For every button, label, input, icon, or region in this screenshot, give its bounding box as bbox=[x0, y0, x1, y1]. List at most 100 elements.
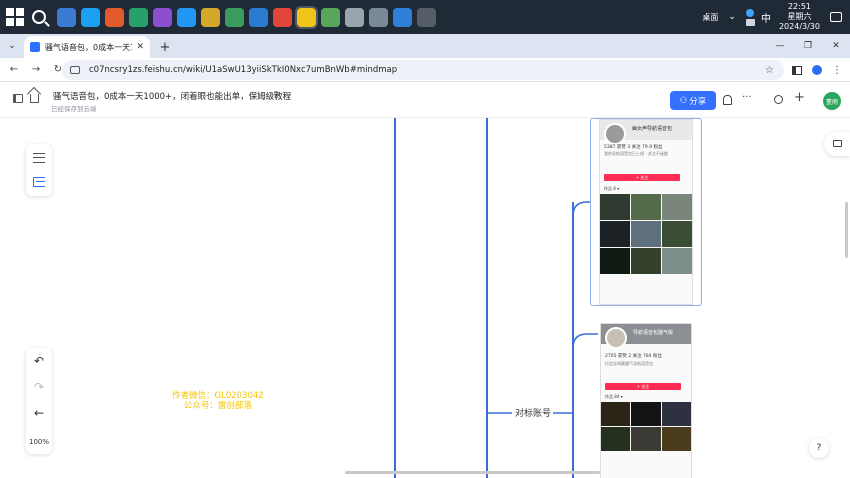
video-thumbnail bbox=[661, 402, 691, 426]
ime-indicator[interactable]: 中 bbox=[761, 10, 771, 25]
chevron-down-icon[interactable]: ⌄ bbox=[728, 12, 736, 22]
comment-button[interactable] bbox=[824, 132, 850, 156]
follow-button: + 关注 bbox=[605, 383, 681, 390]
image-node[interactable]: 导航语音包骚气版 2705 获赞 2 关注 784 粉丝 打造全网最骚气导航语音… bbox=[598, 323, 694, 478]
profile-screenshot: 幽女声导航语音包 5387 获赞 3 关注 79.9 粉丝 我的导航语音包已上线… bbox=[599, 119, 693, 305]
taskbar-app-13-icon[interactable] bbox=[345, 7, 364, 27]
sidebar-toggle-icon[interactable] bbox=[13, 94, 23, 103]
avatar bbox=[605, 327, 627, 349]
close-icon[interactable]: ✕ bbox=[136, 42, 144, 52]
feishu-favicon-icon bbox=[30, 42, 40, 52]
desktop-toolbar-label[interactable]: 桌面 bbox=[702, 12, 718, 23]
video-thumbnail bbox=[661, 427, 691, 451]
mindmap-structure-icon[interactable] bbox=[33, 177, 45, 187]
image-node[interactable]: 幽女声导航语音包 5387 获赞 3 关注 79.9 粉丝 我的导航语音包已上线… bbox=[590, 118, 702, 306]
taskbar-app-4-icon[interactable] bbox=[129, 7, 148, 27]
video-thumbnail bbox=[600, 248, 630, 274]
clock-time: 22:51 bbox=[787, 2, 812, 11]
minimize-icon[interactable]: — bbox=[766, 41, 794, 51]
zoom-level[interactable]: 100% bbox=[26, 438, 52, 446]
browser-tab[interactable]: 骚气语音包，0成本一天1000+，闭着眼也能出单，保姆级教程 ✕ bbox=[24, 36, 150, 58]
wifi-icon[interactable] bbox=[745, 18, 755, 26]
profile-bio: 打造全网最骚气导航语音包 bbox=[605, 361, 653, 366]
avatar bbox=[604, 123, 626, 145]
taskbar-app-2-icon[interactable] bbox=[81, 7, 100, 27]
doc-header: 骚气语音包，0成本一天1000+，闭着眼也能出单，保姆级教程 ⚲ 已经保存到云端… bbox=[0, 82, 850, 118]
notification-icon[interactable] bbox=[830, 12, 842, 22]
window-close-icon[interactable]: ✕ bbox=[822, 41, 850, 51]
taskbar-app-14-icon[interactable] bbox=[369, 7, 388, 27]
taskbar-app-10-icon[interactable] bbox=[273, 7, 292, 27]
side-panel-icon[interactable] bbox=[792, 65, 802, 75]
video-thumbnail bbox=[662, 221, 692, 247]
help-button[interactable]: ? bbox=[809, 438, 829, 458]
edit-toolbar: ↶ ↷ ← 100% bbox=[26, 348, 52, 454]
tab-title: 骚气语音包，0成本一天1000+，闭着眼也能出单，保姆级教程 bbox=[45, 42, 132, 52]
node-label-target-accounts[interactable]: 对标账号 bbox=[513, 406, 554, 419]
taskbar-app-8-icon[interactable] bbox=[225, 7, 244, 27]
mindmap-canvas[interactable]: ↶ ↷ ← 100% 作者微信：GL0203042 公众号：雷创部落 对标账号 … bbox=[0, 118, 850, 478]
redo-icon[interactable]: ↷ bbox=[26, 380, 52, 394]
follow-button: + 关注 bbox=[604, 174, 680, 181]
view-toolbar bbox=[26, 144, 52, 196]
pin-icon[interactable]: ⚲ bbox=[273, 90, 279, 99]
avatar[interactable]: 董雨 bbox=[823, 92, 841, 110]
video-thumbnail bbox=[631, 221, 661, 247]
browser-menu-icon[interactable]: ⋮ bbox=[832, 65, 842, 76]
undo-icon[interactable]: ↶ bbox=[26, 354, 52, 368]
bookmark-star-icon[interactable]: ☆ bbox=[765, 65, 774, 76]
taskbar-app-5-icon[interactable] bbox=[153, 7, 172, 27]
windows-start-icon[interactable] bbox=[6, 8, 24, 26]
taskbar-app-12-icon[interactable] bbox=[321, 7, 340, 27]
taskbar-app-9-icon[interactable] bbox=[249, 7, 268, 27]
video-thumbnail bbox=[631, 248, 661, 274]
taskbar-app-3-icon[interactable] bbox=[105, 7, 124, 27]
search-icon[interactable] bbox=[774, 95, 783, 104]
site-settings-icon[interactable] bbox=[70, 66, 80, 74]
taskbar-apps bbox=[56, 5, 437, 29]
doc-title[interactable]: 骚气语音包，0成本一天1000+，闭着眼也能出单，保姆级教程 bbox=[53, 90, 291, 102]
url-text: c07ncsry1zs.feishu.cn/wiki/U1aSwU13yiiSk… bbox=[89, 65, 398, 75]
tray-icons[interactable] bbox=[745, 8, 755, 26]
network-icon[interactable] bbox=[746, 8, 755, 17]
outline-icon[interactable] bbox=[33, 153, 45, 163]
add-icon[interactable]: + bbox=[794, 90, 805, 105]
profile-name: 导航语音包骚气版 bbox=[633, 330, 674, 336]
share-label: 分享 bbox=[689, 96, 707, 107]
taskbar-app-15-icon[interactable] bbox=[393, 7, 412, 27]
back-icon[interactable]: ← bbox=[6, 64, 22, 75]
more-icon[interactable]: ··· bbox=[742, 92, 752, 103]
video-grid bbox=[600, 194, 692, 274]
taskbar-app-11-icon[interactable] bbox=[295, 5, 318, 29]
bell-icon[interactable] bbox=[723, 95, 732, 105]
works-tab: 作品 84 ▾ bbox=[605, 394, 623, 399]
taskbar-app-16-icon[interactable] bbox=[417, 7, 436, 27]
vertical-scrollbar[interactable] bbox=[845, 202, 848, 258]
share-button[interactable]: ⚇ 分享 bbox=[670, 91, 716, 110]
profile-screenshot: 导航语音包骚气版 2705 获赞 2 关注 784 粉丝 打造全网最骚气导航语音… bbox=[600, 323, 692, 478]
home-icon[interactable] bbox=[30, 94, 39, 103]
video-thumbnail bbox=[662, 194, 692, 220]
taskbar-app-7-icon[interactable] bbox=[201, 7, 220, 27]
clock[interactable]: 22:51 星期六 2024/3/30 bbox=[779, 2, 820, 32]
tab-search-icon[interactable]: ⌄ bbox=[4, 38, 20, 54]
restore-icon[interactable]: ❐ bbox=[794, 41, 822, 51]
connector-line bbox=[394, 118, 396, 478]
search-icon[interactable] bbox=[32, 10, 46, 24]
video-grid bbox=[601, 402, 691, 451]
horizontal-scrollbar[interactable] bbox=[345, 471, 600, 474]
forward-icon[interactable]: → bbox=[28, 64, 44, 75]
taskbar-app-6-icon[interactable] bbox=[177, 7, 196, 27]
url-input[interactable]: c07ncsry1zs.feishu.cn/wiki/U1aSwU13yiiSk… bbox=[62, 60, 784, 80]
profile-name: 幽女声导航语音包 bbox=[632, 126, 673, 132]
user-add-icon: ⚇ bbox=[679, 95, 688, 106]
watermark-line-1: 作者微信：GL0203042 bbox=[172, 391, 264, 401]
watermark-line-2: 公众号：雷创部落 bbox=[183, 401, 252, 411]
taskbar-app-1-icon[interactable] bbox=[57, 7, 76, 27]
profile-icon[interactable] bbox=[812, 65, 822, 75]
video-thumbnail bbox=[601, 402, 631, 426]
collapse-icon[interactable]: ← bbox=[26, 406, 52, 420]
system-tray: 桌面 ⌄ 中 22:51 星期六 2024/3/30 bbox=[702, 0, 850, 34]
new-tab-button[interactable]: + bbox=[156, 38, 174, 56]
video-thumbnail bbox=[631, 427, 661, 451]
